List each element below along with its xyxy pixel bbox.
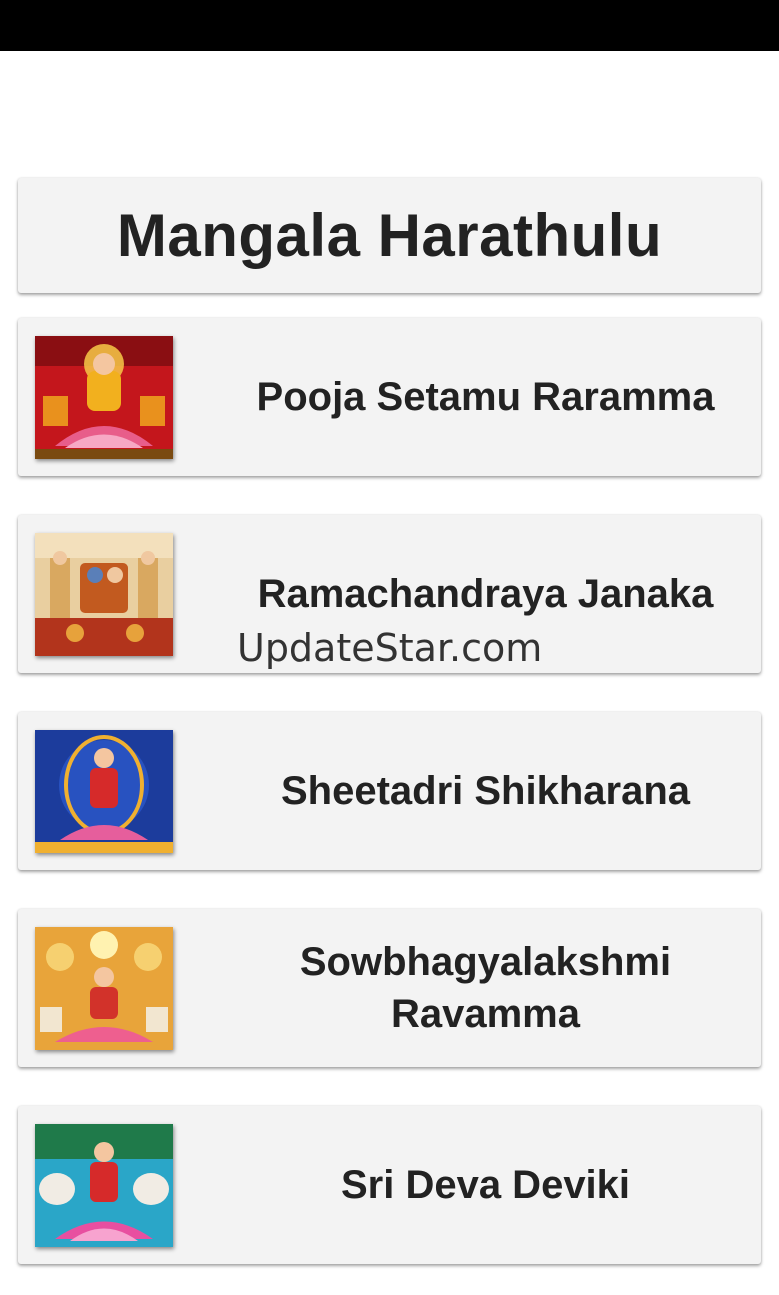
goddess-lakshmi-ganesha-image (35, 927, 173, 1050)
item-label: Sheetadri Shikharana (280, 769, 691, 813)
watermark: UpdateStar.com (237, 626, 543, 670)
list-item-sowbhagyalakshmi[interactable]: Sowbhagyalakshmi Ravamma (18, 909, 761, 1067)
title-card: Mangala Harathulu (18, 178, 761, 293)
item-label: Pooja Setamu Raramma (256, 375, 715, 419)
lakshmi-elephants-image (35, 1124, 173, 1247)
page-title: Mangala Harathulu (116, 202, 663, 269)
item-label: Sri Deva Deviki (340, 1163, 631, 1207)
list-item-sri-deva-deviki[interactable]: Sri Deva Deviki (18, 1106, 761, 1264)
item-label: Sowbhagyalakshmi Ravamma (299, 940, 672, 1036)
list-item-sheetadri[interactable]: Sheetadri Shikharana (18, 712, 761, 870)
list-item-pooja-setamu[interactable]: Pooja Setamu Raramma (18, 318, 761, 476)
goddess-lakshmi-image (35, 336, 173, 459)
status-bar (0, 0, 779, 51)
goddess-durga-image (35, 730, 173, 853)
rama-darbar-image (35, 533, 173, 656)
